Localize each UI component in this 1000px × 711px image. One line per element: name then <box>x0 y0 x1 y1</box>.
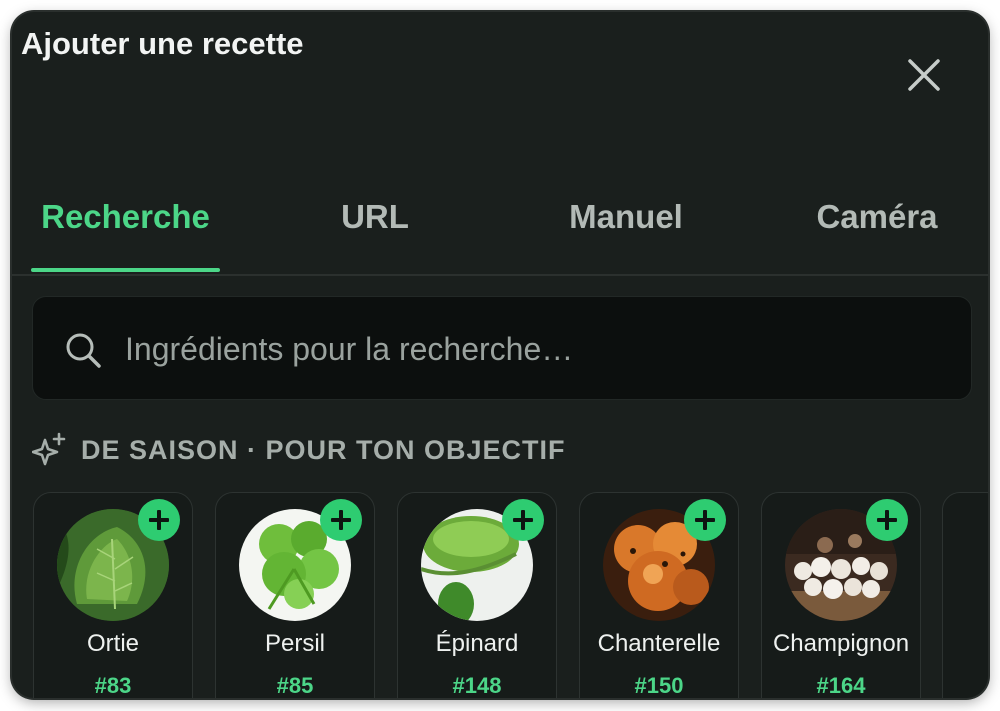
ingredient-rank: #83 <box>94 673 132 698</box>
tab-bar: Recherche URL Manuel Caméra <box>12 182 988 276</box>
add-recipe-dialog: Ajouter une recette Recherche URL Manuel… <box>12 12 988 698</box>
tab-manuel[interactable]: Manuel <box>546 198 706 236</box>
add-champignon-button[interactable] <box>866 499 908 541</box>
ingredient-card-champignon[interactable]: Champignon #164 <box>761 492 921 698</box>
ingredient-card-ortie[interactable]: Ortie #83 <box>33 492 193 698</box>
ingredient-name: Persil <box>264 630 325 657</box>
add-epinard-button[interactable] <box>502 499 544 541</box>
ingredient-rank: #164 <box>816 673 866 698</box>
ingredient-rank: #150 <box>634 673 684 698</box>
ingredient-rank: #148 <box>452 673 502 698</box>
ingredient-card-chanterelle[interactable]: Chanterelle #150 <box>579 492 739 698</box>
close-icon <box>908 59 940 91</box>
sparkle-icon <box>32 432 66 466</box>
ingredient-rank: #85 <box>276 673 314 698</box>
tab-url[interactable]: URL <box>300 198 450 236</box>
tab-camera[interactable]: Caméra <box>802 198 952 236</box>
ingredient-name: Champignon <box>772 630 910 657</box>
next-card-partial[interactable] <box>942 492 988 698</box>
close-button[interactable] <box>900 57 948 95</box>
tab-recherche[interactable]: Recherche <box>31 198 220 236</box>
search-input[interactable] <box>123 325 927 373</box>
ingredient-card-epinard[interactable]: Épinard #148 <box>397 492 557 698</box>
seasonal-section-label: DE SAISON · POUR TON OBJECTIF <box>81 435 566 465</box>
add-persil-button[interactable] <box>320 499 362 541</box>
ingredient-name: Ortie <box>86 630 139 657</box>
dialog-title: Ajouter une recette <box>21 26 304 61</box>
ingredient-name: Épinard <box>435 630 519 657</box>
seasonal-items-list: Ortie #83 Persil #85 Épinard #148 Chante… <box>12 492 988 698</box>
ingredient-card-persil[interactable]: Persil #85 <box>215 492 375 698</box>
add-ortie-button[interactable] <box>138 499 180 541</box>
active-tab-indicator <box>31 268 220 272</box>
search-bar[interactable] <box>32 296 972 400</box>
add-chanterelle-button[interactable] <box>684 499 726 541</box>
ingredient-name: Chanterelle <box>597 630 721 657</box>
search-icon <box>66 333 101 368</box>
